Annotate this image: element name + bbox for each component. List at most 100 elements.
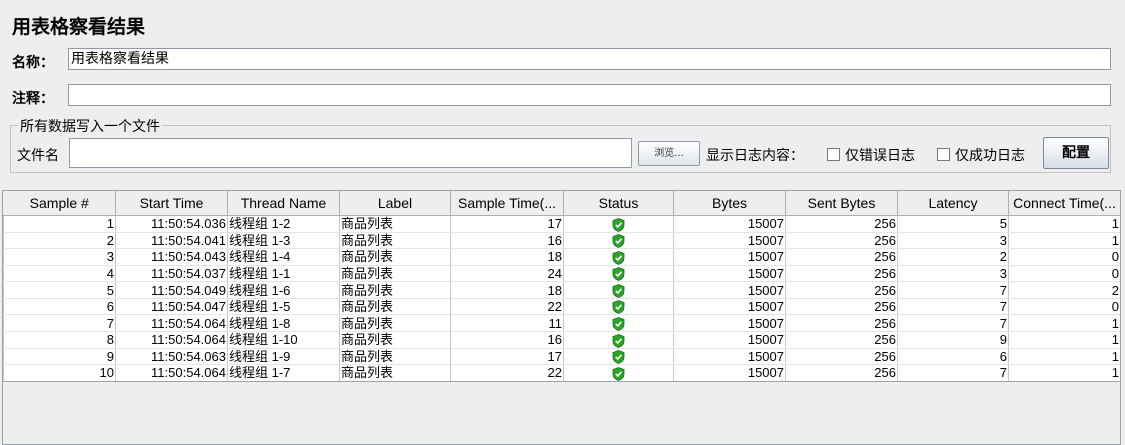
cell-connect-time: 1 bbox=[1008, 314, 1120, 332]
cell-sample: 8 bbox=[3, 331, 116, 349]
filename-input[interactable] bbox=[69, 138, 632, 168]
cell-sample: 1 bbox=[3, 215, 116, 233]
cell-sent-bytes: 256 bbox=[785, 215, 898, 233]
column-header-sample-time[interactable]: Sample Time(... bbox=[450, 191, 564, 216]
cell-status bbox=[563, 265, 674, 283]
table-row[interactable]: 3 11:50:54.043 线程组 1-4 商品列表 18 15007 256 2 0 bbox=[3, 248, 1120, 266]
table-row[interactable]: 9 11:50:54.063 线程组 1-9 商品列表 17 15007 256 6 1 bbox=[3, 348, 1120, 366]
column-header-latency[interactable]: Latency bbox=[897, 191, 1009, 216]
cell-connect-time: 0 bbox=[1008, 298, 1120, 316]
cell-sent-bytes: 256 bbox=[785, 348, 898, 366]
cell-sample-time: 24 bbox=[450, 265, 564, 283]
comment-label: 注释： bbox=[12, 91, 54, 107]
column-header-status[interactable]: Status bbox=[563, 191, 674, 216]
cell-connect-time: 2 bbox=[1008, 281, 1120, 299]
log-display-label: 显示日志内容： bbox=[706, 148, 804, 164]
column-header-bytes[interactable]: Bytes bbox=[673, 191, 786, 216]
cell-sent-bytes: 256 bbox=[785, 331, 898, 349]
cell-bytes: 15007 bbox=[673, 298, 786, 316]
cell-label: 商品列表 bbox=[339, 232, 451, 250]
column-header-label[interactable]: Label bbox=[339, 191, 451, 216]
table-row[interactable]: 5 11:50:54.049 线程组 1-6 商品列表 18 15007 256 7 2 bbox=[3, 281, 1120, 299]
cell-label: 商品列表 bbox=[339, 314, 451, 332]
cell-label: 商品列表 bbox=[339, 331, 451, 349]
shield-check-icon bbox=[612, 350, 625, 364]
column-header-thread-name[interactable]: Thread Name bbox=[227, 191, 340, 216]
cell-latency: 2 bbox=[897, 248, 1009, 266]
success-only-checkbox[interactable] bbox=[937, 148, 950, 161]
cell-connect-time: 1 bbox=[1008, 331, 1120, 349]
cell-connect-time: 1 bbox=[1008, 232, 1120, 250]
cell-sample: 6 bbox=[3, 298, 116, 316]
cell-thread-name: 线程组 1-4 bbox=[227, 248, 340, 266]
cell-sent-bytes: 256 bbox=[785, 314, 898, 332]
cell-connect-time: 1 bbox=[1008, 364, 1120, 382]
cell-latency: 3 bbox=[897, 232, 1009, 250]
column-header-sample[interactable]: Sample # bbox=[3, 191, 116, 216]
cell-sample: 9 bbox=[3, 348, 116, 366]
table-row[interactable]: 8 11:50:54.064 线程组 1-10 商品列表 16 15007 256 9 1 bbox=[3, 331, 1120, 349]
cell-label: 商品列表 bbox=[339, 248, 451, 266]
table-row[interactable]: 4 11:50:54.037 线程组 1-1 商品列表 24 15007 256 3 0 bbox=[3, 265, 1120, 283]
cell-latency: 7 bbox=[897, 281, 1009, 299]
cell-bytes: 15007 bbox=[673, 314, 786, 332]
cell-sent-bytes: 256 bbox=[785, 298, 898, 316]
cell-sample-time: 22 bbox=[450, 364, 564, 382]
errors-only-checkbox[interactable] bbox=[827, 148, 840, 161]
cell-status bbox=[563, 364, 674, 382]
cell-thread-name: 线程组 1-8 bbox=[227, 314, 340, 332]
cell-sent-bytes: 256 bbox=[785, 265, 898, 283]
cell-start-time: 11:50:54.063 bbox=[115, 348, 228, 366]
cell-status bbox=[563, 248, 674, 266]
cell-thread-name: 线程组 1-9 bbox=[227, 348, 340, 366]
cell-bytes: 15007 bbox=[673, 232, 786, 250]
cell-bytes: 15007 bbox=[673, 265, 786, 283]
cell-sample-time: 11 bbox=[450, 314, 564, 332]
cell-sample: 3 bbox=[3, 248, 116, 266]
shield-check-icon bbox=[612, 366, 625, 381]
column-header-connect-time[interactable]: Connect Time(... bbox=[1008, 191, 1120, 216]
cell-sample-time: 18 bbox=[450, 248, 564, 266]
cell-sample-time: 17 bbox=[450, 348, 564, 366]
config-button[interactable]: 配置 bbox=[1043, 137, 1109, 169]
cell-thread-name: 线程组 1-1 bbox=[227, 265, 340, 283]
cell-sample-time: 16 bbox=[450, 331, 564, 349]
table-row[interactable]: 6 11:50:54.047 线程组 1-5 商品列表 22 15007 256 7 0 bbox=[3, 298, 1120, 316]
cell-latency: 6 bbox=[897, 348, 1009, 366]
cell-start-time: 11:50:54.064 bbox=[115, 314, 228, 332]
comment-input[interactable] bbox=[68, 84, 1111, 106]
cell-thread-name: 线程组 1-5 bbox=[227, 298, 340, 316]
cell-thread-name: 线程组 1-2 bbox=[227, 215, 340, 233]
cell-status bbox=[563, 331, 674, 349]
cell-status bbox=[563, 314, 674, 332]
cell-start-time: 11:50:54.064 bbox=[115, 331, 228, 349]
cell-start-time: 11:50:54.064 bbox=[115, 364, 228, 382]
errors-only-label: 仅错误日志 bbox=[845, 148, 915, 164]
cell-sent-bytes: 256 bbox=[785, 232, 898, 250]
cell-sample: 2 bbox=[3, 232, 116, 250]
cell-bytes: 15007 bbox=[673, 215, 786, 233]
shield-check-icon bbox=[612, 333, 625, 348]
table-row[interactable]: 1 11:50:54.036 线程组 1-2 商品列表 17 15007 256 5 1 bbox=[3, 215, 1120, 233]
cell-label: 商品列表 bbox=[339, 298, 451, 316]
table-row[interactable]: 10 11:50:54.064 线程组 1-7 商品列表 22 15007 256 7 1 bbox=[3, 364, 1120, 382]
table-row[interactable]: 7 11:50:54.064 线程组 1-8 商品列表 11 15007 256 7 1 bbox=[3, 314, 1120, 332]
results-table[interactable]: Sample # Start Time Thread Name Label Sa… bbox=[2, 190, 1121, 445]
name-input[interactable]: 用表格察看结果 bbox=[68, 48, 1111, 70]
cell-latency: 3 bbox=[897, 265, 1009, 283]
name-label: 名称： bbox=[12, 55, 54, 71]
cell-start-time: 11:50:54.037 bbox=[115, 265, 228, 283]
shield-check-icon bbox=[612, 283, 625, 298]
table-header: Sample # Start Time Thread Name Label Sa… bbox=[3, 191, 1120, 216]
column-header-start-time[interactable]: Start Time bbox=[115, 191, 228, 216]
cell-latency: 5 bbox=[897, 215, 1009, 233]
cell-thread-name: 线程组 1-3 bbox=[227, 232, 340, 250]
cell-bytes: 15007 bbox=[673, 281, 786, 299]
table-row[interactable]: 2 11:50:54.041 线程组 1-3 商品列表 16 15007 256 3 1 bbox=[3, 232, 1120, 250]
cell-sent-bytes: 256 bbox=[785, 248, 898, 266]
column-header-sent-bytes[interactable]: Sent Bytes bbox=[785, 191, 898, 216]
cell-sample-time: 17 bbox=[450, 215, 564, 233]
cell-thread-name: 线程组 1-6 bbox=[227, 281, 340, 299]
filename-label: 文件名 bbox=[17, 148, 59, 164]
browse-button[interactable]: 浏览... bbox=[638, 141, 700, 166]
